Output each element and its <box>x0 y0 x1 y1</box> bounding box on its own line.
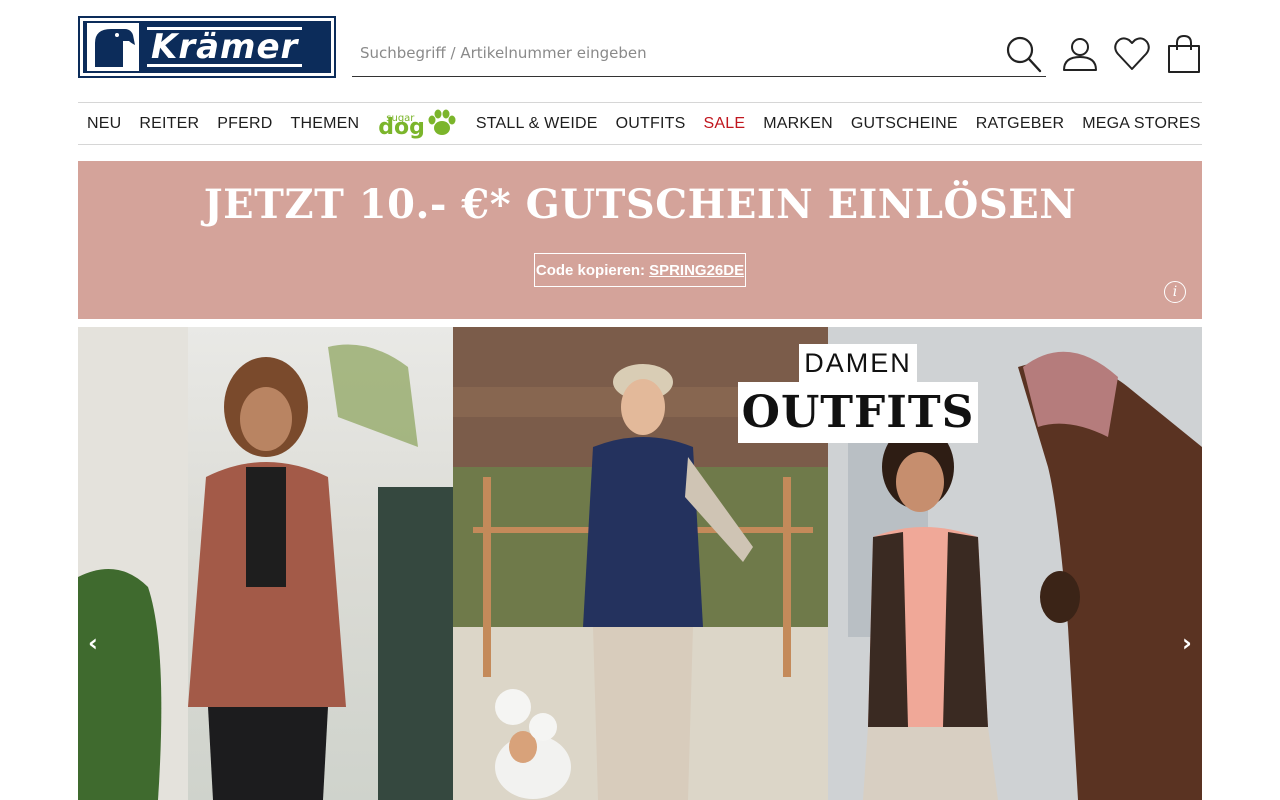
nav-item-neu[interactable]: NEU <box>78 115 130 133</box>
chevron-right-icon: › <box>1182 629 1192 657</box>
search-icon <box>1006 36 1042 73</box>
user-icon <box>1063 38 1097 71</box>
nav-item-mega-stores[interactable]: MEGA STORES <box>1073 115 1209 133</box>
search-input[interactable] <box>352 31 992 75</box>
voucher-code: SPRING26DE <box>649 261 745 279</box>
copy-code-button[interactable]: Code kopieren: SPRING26DE <box>534 253 746 287</box>
badge-outfits-text: OUTFITS <box>738 382 978 443</box>
horse-head-icon <box>87 23 139 71</box>
nav-item-ratgeber[interactable]: RATGEBER <box>967 115 1073 133</box>
nav-item-pferd[interactable]: PFERD <box>208 115 281 133</box>
heart-icon <box>1114 37 1150 70</box>
nav-item-sugardog[interactable]: sugar dog <box>368 107 467 141</box>
copy-code-label: Code kopieren: <box>535 261 646 279</box>
account-button[interactable] <box>1060 33 1100 75</box>
search-button[interactable] <box>1002 32 1046 76</box>
shopping-bag-icon <box>1168 34 1200 73</box>
main-nav: NEU REITER PFERD THEMEN sugar dog STALL … <box>78 102 1202 145</box>
voucher-title: JETZT 10.- €* GUTSCHEIN EINLÖSEN <box>203 181 1077 228</box>
nav-item-gutscheine[interactable]: GUTSCHEINE <box>842 115 967 133</box>
cart-button[interactable] <box>1164 33 1204 75</box>
chevron-left-icon: ‹ <box>88 629 98 657</box>
hero-slider: DAMEN OUTFITS ‹ › <box>78 327 1202 800</box>
voucher-banner: JETZT 10.- €* GUTSCHEIN EINLÖSEN Code ko… <box>78 161 1202 319</box>
logo[interactable]: Krämer <box>78 16 336 78</box>
paw-icon <box>428 109 456 135</box>
slider-next-button[interactable]: › <box>1175 629 1199 657</box>
nav-item-themen[interactable]: THEMEN <box>282 115 369 133</box>
nav-item-reiter[interactable]: REITER <box>130 115 208 133</box>
logo-inner: Krämer <box>83 21 331 73</box>
nav-item-marken[interactable]: MARKEN <box>754 115 842 133</box>
nav-item-sale[interactable]: SALE <box>694 115 754 133</box>
nav-item-outfits[interactable]: OUTFITS <box>607 115 695 133</box>
logo-wordmark: Krämer <box>147 27 303 67</box>
sugardog-small-text: sugar <box>386 112 415 124</box>
hero-image-rider-red-jacket[interactable] <box>78 327 453 800</box>
wishlist-button[interactable] <box>1112 33 1152 75</box>
info-icon[interactable]: i <box>1164 281 1186 303</box>
search-bar <box>352 30 1046 77</box>
badge-damen-text: DAMEN <box>799 344 917 382</box>
sugardog-logo: sugar dog <box>378 113 425 141</box>
outfits-badge: DAMEN OUTFITS <box>738 344 978 443</box>
nav-item-stall-weide[interactable]: STALL & WEIDE <box>467 115 607 133</box>
hero-photo-1 <box>78 327 453 800</box>
slider-prev-button[interactable]: ‹ <box>81 629 105 657</box>
